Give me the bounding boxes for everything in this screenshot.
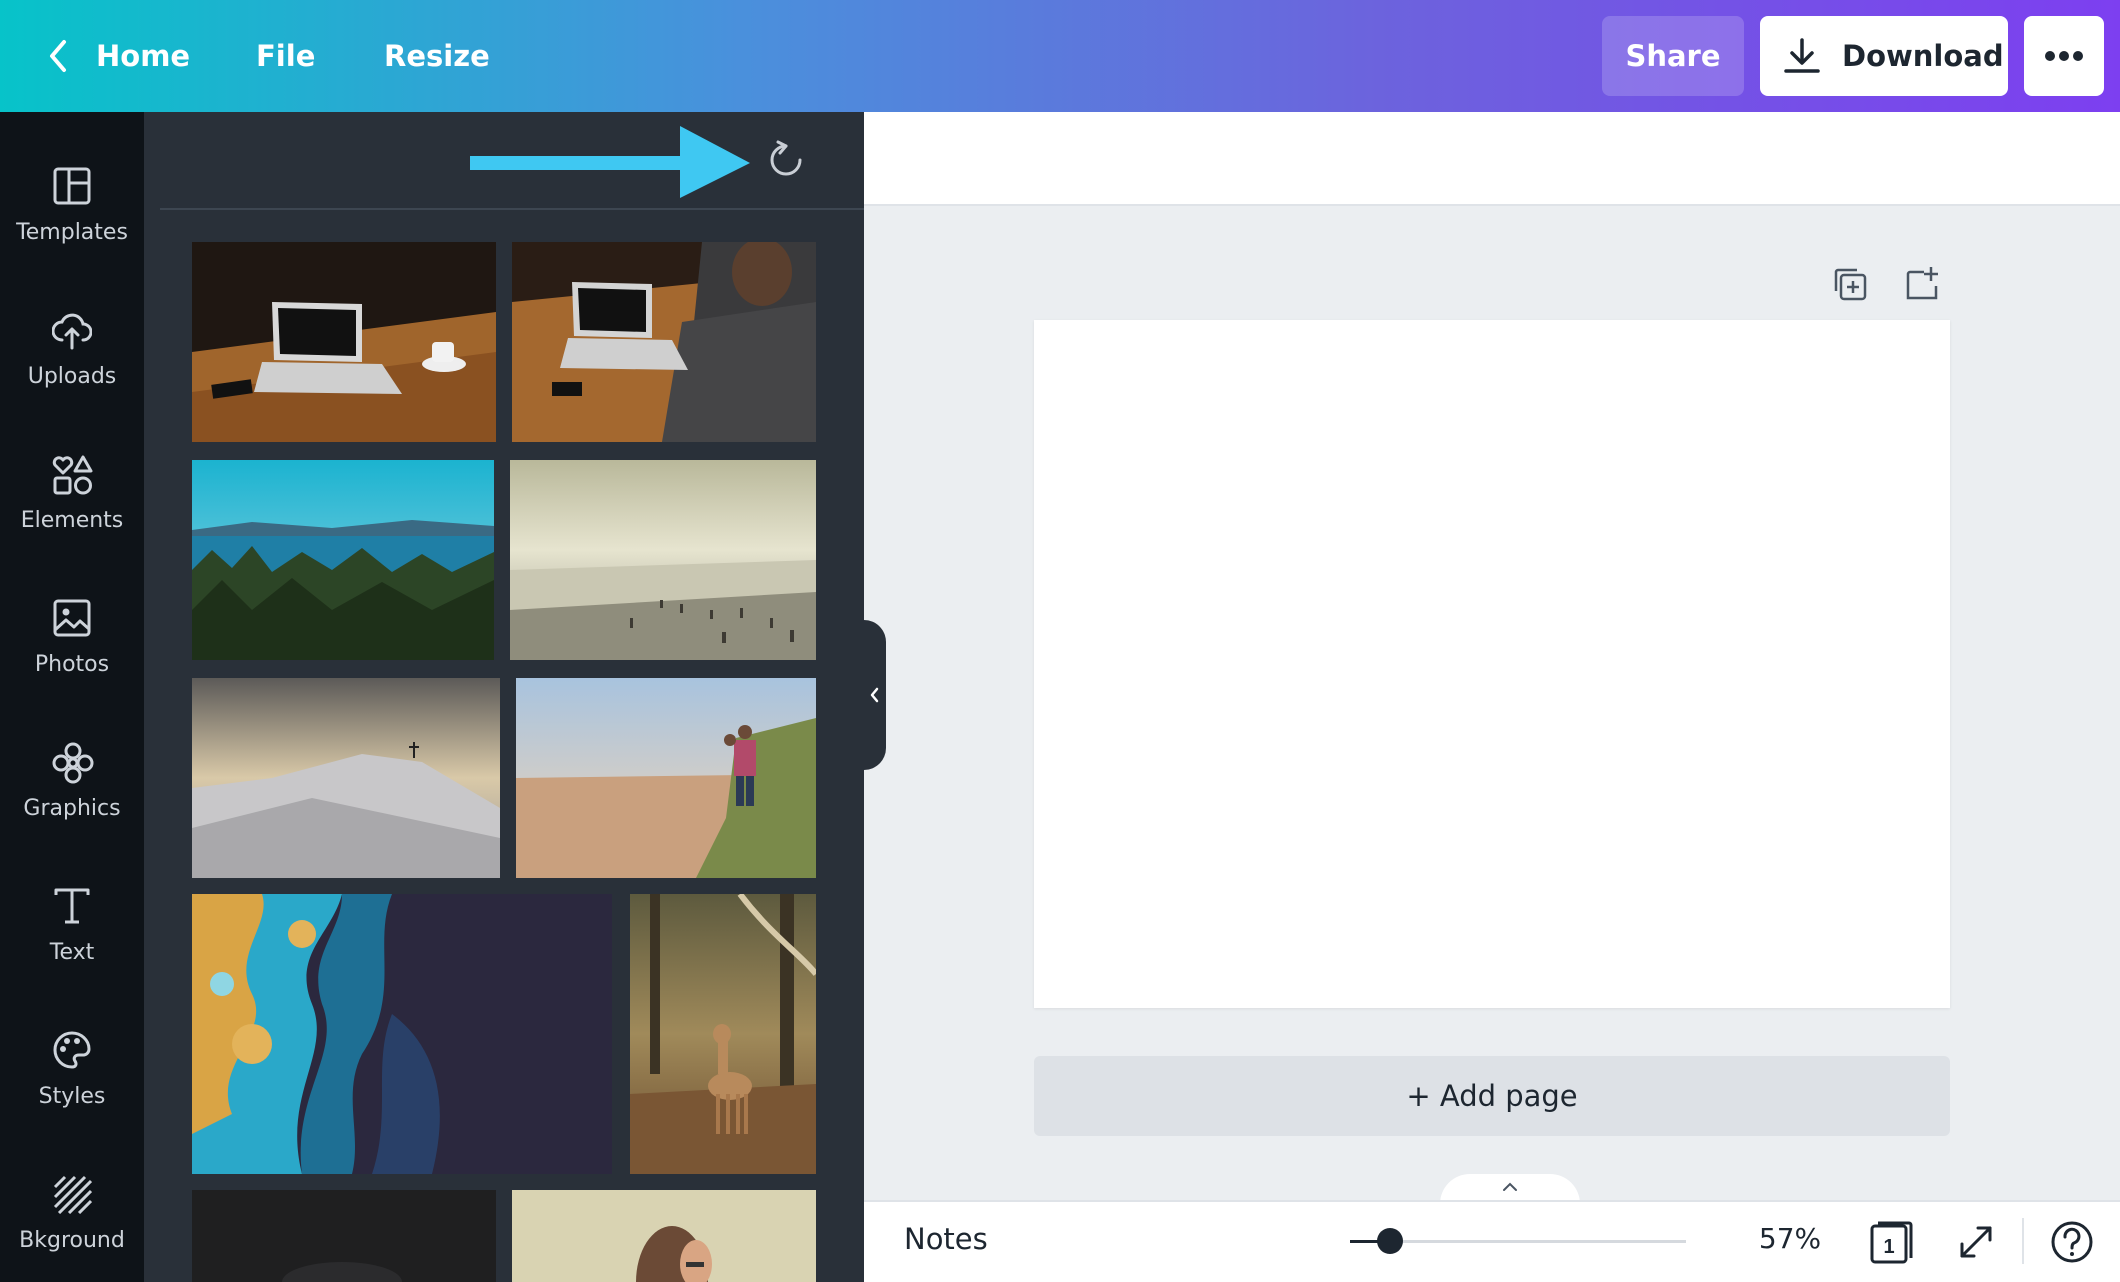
photo-deer-forest[interactable] — [630, 894, 816, 1174]
rail-label: Styles — [38, 1084, 106, 1109]
rail-item-styles[interactable]: Styles — [0, 1000, 144, 1130]
zoom-percentage[interactable]: 57% — [1740, 1222, 1840, 1255]
rail-item-elements[interactable]: Elements — [0, 424, 144, 554]
text-icon — [54, 888, 90, 924]
photo-snowy-hill[interactable] — [192, 678, 500, 878]
fullscreen-icon[interactable] — [1956, 1222, 1996, 1262]
rail-label: Graphics — [23, 796, 121, 821]
share-button[interactable]: Share — [1602, 16, 1744, 96]
photo-portrait-glasses[interactable] — [512, 1190, 816, 1282]
rail-item-uploads[interactable]: Uploads — [0, 280, 144, 410]
rail-label: Uploads — [27, 364, 117, 389]
add-page-button[interactable]: + Add page — [1034, 1056, 1950, 1136]
annotation-arrow-icon — [470, 126, 750, 198]
photo-person-laptop[interactable] — [512, 242, 816, 442]
panel-divider — [160, 208, 864, 210]
side-rail: Templates Uploads Elements Photos Graphi… — [0, 112, 144, 1282]
photo-forest-sea[interactable] — [192, 460, 494, 660]
rail-label: Bkground — [19, 1228, 125, 1253]
chevron-up-icon — [1503, 1182, 1517, 1191]
graphics-icon — [52, 742, 94, 784]
rail-label: Elements — [20, 508, 124, 533]
rail-item-templates[interactable]: Templates — [0, 136, 144, 266]
photo-earth-from-space[interactable] — [192, 894, 612, 1174]
refresh-icon[interactable] — [764, 138, 808, 182]
rail-item-background[interactable]: Bkground — [0, 1144, 144, 1274]
rail-item-photos[interactable]: Photos — [0, 568, 144, 698]
duplicate-page-icon[interactable] — [1830, 264, 1870, 304]
photo-misty-beach[interactable] — [510, 460, 816, 660]
rail-item-text[interactable]: Text — [0, 856, 144, 986]
templates-icon — [53, 167, 91, 205]
pages-icon: 1 — [1870, 1221, 1913, 1264]
add-new-page-icon[interactable] — [1902, 264, 1942, 304]
photo-dark[interactable] — [192, 1190, 496, 1282]
collapse-panel-button[interactable] — [864, 620, 886, 770]
elements-icon — [52, 455, 93, 495]
styles-icon — [53, 1031, 91, 1069]
download-button[interactable]: Download — [1760, 16, 2008, 96]
notes-button[interactable]: Notes — [904, 1222, 988, 1256]
zoom-slider[interactable] — [1350, 1228, 1686, 1254]
file-menu[interactable]: File — [256, 0, 315, 112]
photos-panel — [144, 112, 864, 1282]
chevron-left-icon — [870, 687, 879, 703]
bottom-separator — [2022, 1218, 2024, 1264]
photos-icon — [53, 599, 91, 637]
home-link[interactable]: Home — [96, 0, 190, 112]
background-icon — [53, 1175, 92, 1214]
rail-label: Text — [49, 940, 95, 965]
back-chevron-icon[interactable] — [40, 34, 80, 78]
help-icon[interactable] — [2050, 1220, 2094, 1264]
more-options-button[interactable] — [2024, 16, 2104, 96]
rail-label: Photos — [34, 652, 110, 677]
download-label: Download — [1842, 39, 2004, 73]
download-icon — [1784, 38, 1820, 73]
design-page[interactable] — [1034, 320, 1950, 1008]
photo-laptop-desk[interactable] — [192, 242, 496, 442]
rail-label: Templates — [16, 220, 128, 245]
more-dots-icon — [2045, 51, 2083, 61]
editor-toolbar — [864, 112, 2120, 206]
resize-menu[interactable]: Resize — [384, 0, 490, 112]
rail-item-graphics[interactable]: Graphics — [0, 712, 144, 842]
uploads-icon — [52, 313, 92, 350]
page-count: 1 — [1883, 1236, 1894, 1258]
top-bar: Home File Resize Share Download — [0, 0, 2120, 112]
page-count-button[interactable]: 1 — [1870, 1220, 1914, 1264]
photo-father-child-beach[interactable] — [516, 678, 816, 878]
zoom-slider-handle[interactable] — [1377, 1228, 1403, 1254]
